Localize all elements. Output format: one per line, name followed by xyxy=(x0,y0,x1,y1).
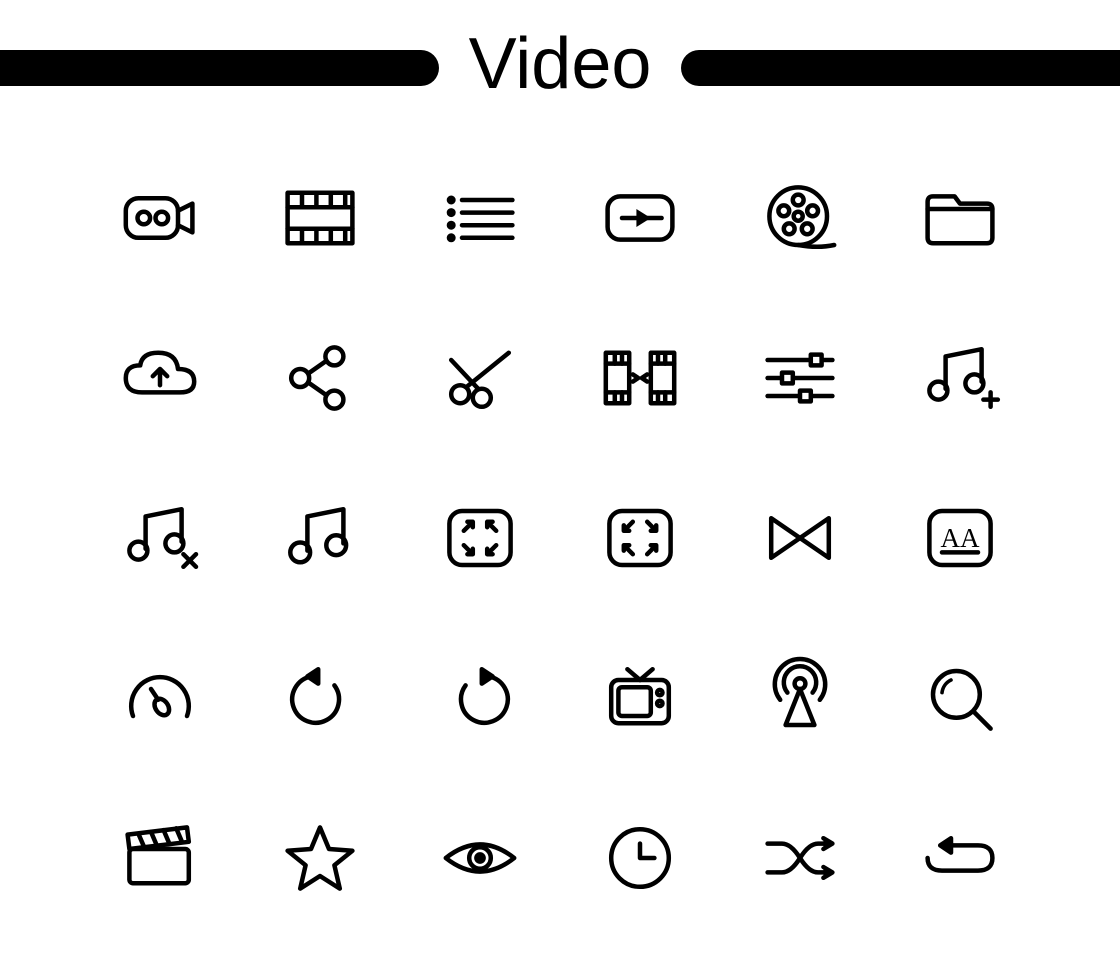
clapperboard-icon xyxy=(80,778,240,938)
film-strip-icon xyxy=(240,138,400,298)
svg-text:AA: AA xyxy=(941,523,980,553)
clock-icon xyxy=(560,778,720,938)
font-size-icon: AA xyxy=(880,458,1040,618)
film-merge-icon xyxy=(560,298,720,458)
list-icon xyxy=(400,138,560,298)
search-icon xyxy=(880,618,1040,778)
bowtie-icon xyxy=(720,458,880,618)
shuffle-icon xyxy=(720,778,880,938)
fullscreen-expand-icon xyxy=(400,458,560,618)
header-decor-right xyxy=(681,50,1120,86)
broadcast-antenna-icon xyxy=(720,618,880,778)
play-video-icon xyxy=(560,138,720,298)
fullscreen-collapse-icon xyxy=(560,458,720,618)
scissors-icon xyxy=(400,298,560,458)
header-decor-left xyxy=(0,50,439,86)
music-add-icon xyxy=(880,298,1040,458)
eye-icon xyxy=(400,778,560,938)
television-icon xyxy=(560,618,720,778)
share-icon xyxy=(240,298,400,458)
loop-icon xyxy=(880,778,1040,938)
music-note-icon xyxy=(240,458,400,618)
page-title: Video xyxy=(463,28,658,108)
speedometer-icon xyxy=(80,618,240,778)
undo-icon xyxy=(240,618,400,778)
sliders-icon xyxy=(720,298,880,458)
video-camera-icon xyxy=(80,138,240,298)
film-reel-icon xyxy=(720,138,880,298)
star-icon xyxy=(240,778,400,938)
folder-icon xyxy=(880,138,1040,298)
header: Video xyxy=(0,0,1120,108)
icon-grid: AA xyxy=(80,138,1040,938)
redo-icon xyxy=(400,618,560,778)
cloud-upload-icon xyxy=(80,298,240,458)
music-remove-icon xyxy=(80,458,240,618)
